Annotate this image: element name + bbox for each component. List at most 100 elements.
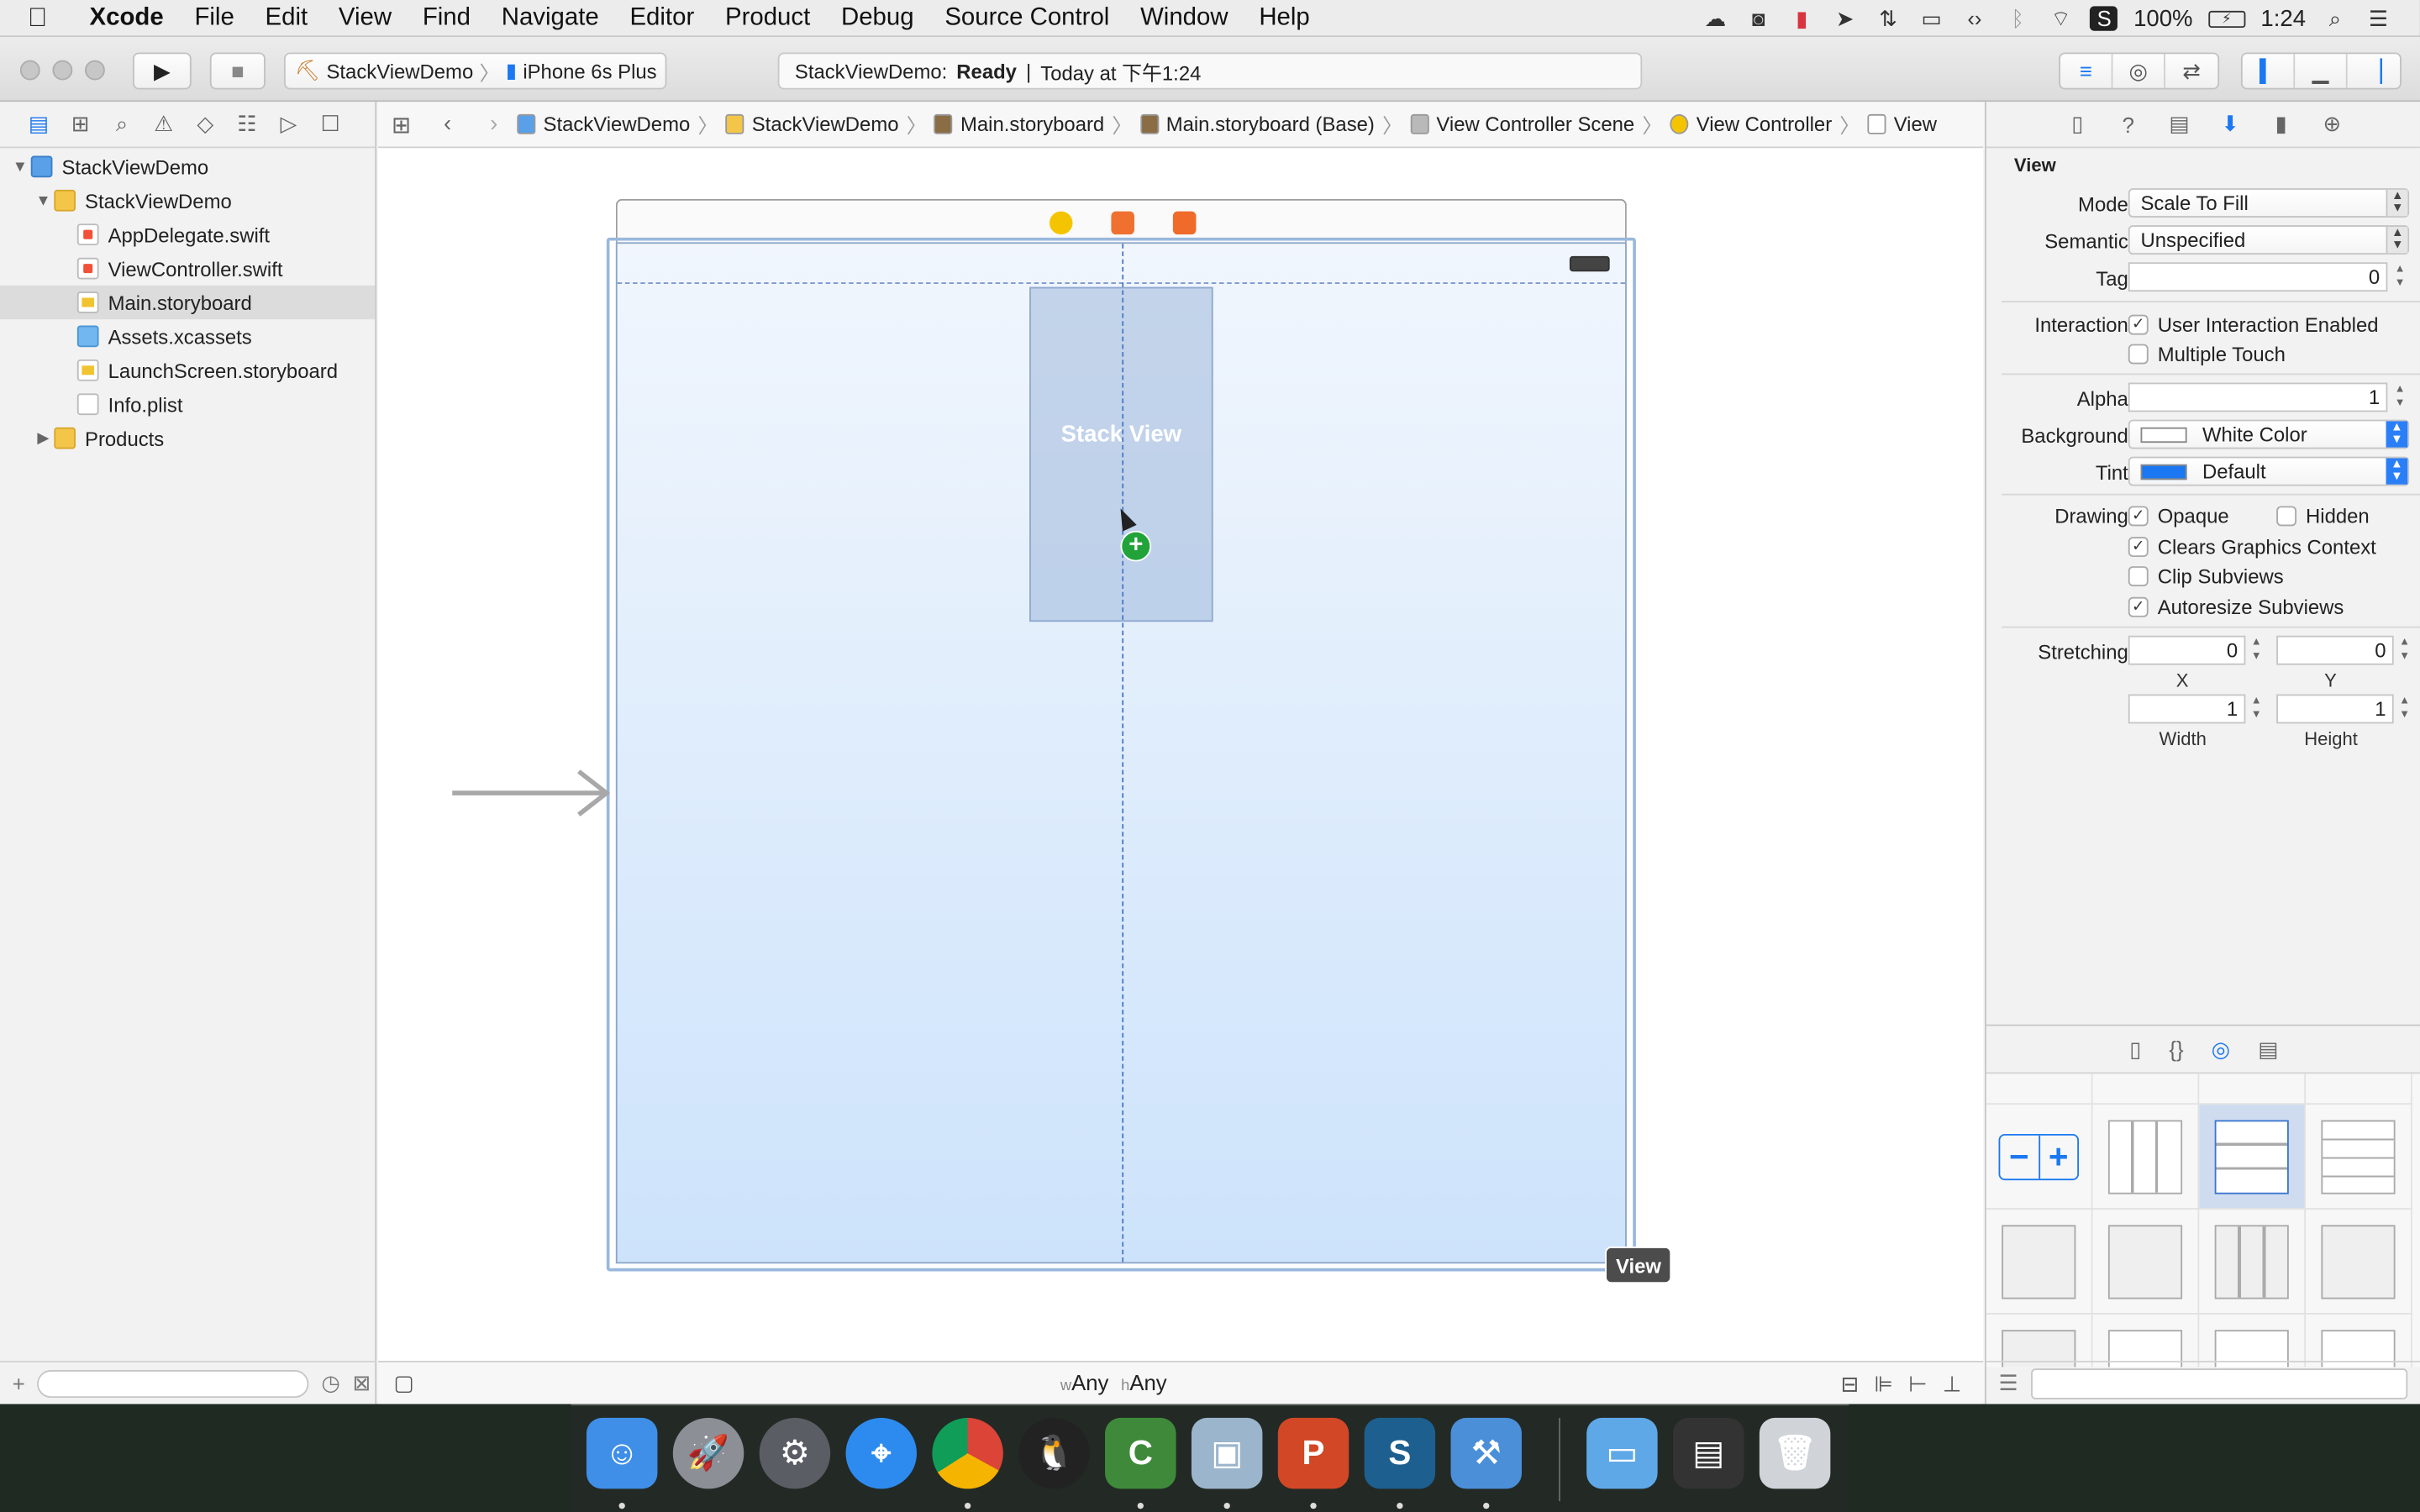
back-arrow-icon[interactable]: ‹ <box>424 111 471 137</box>
scheme-name[interactable]: StackViewDemo <box>326 60 473 83</box>
toggle-outline-icon[interactable]: ▢ <box>393 1370 413 1396</box>
related-items-icon[interactable]: ⊞ <box>378 110 424 138</box>
xcode-icon[interactable]: ⚒ <box>1450 1417 1522 1489</box>
breadcrumb-project[interactable]: StackViewDemo <box>517 113 690 136</box>
horizontal-stack-view-object[interactable] <box>2092 1105 2200 1210</box>
file-tree-item[interactable]: LaunchScreen.storyboard <box>0 354 375 387</box>
mode-popup[interactable]: Scale To Fill ▲ ▼ <box>2128 188 2410 218</box>
standard-editor-icon[interactable]: ≡ <box>2060 54 2113 88</box>
file-tree-item[interactable]: Info.plist <box>0 387 375 421</box>
forward-arrow-icon[interactable]: › <box>471 111 517 137</box>
menu-navigate[interactable]: Navigate <box>486 4 614 32</box>
debug-navigator-icon[interactable]: ☷ <box>233 111 260 137</box>
launchpad-icon[interactable]: 🚀 <box>672 1417 744 1489</box>
view-name-tag[interactable]: View <box>1605 1247 1672 1284</box>
menu-clock[interactable]: 1:24 <box>2260 5 2306 31</box>
menu-edit[interactable]: Edit <box>250 4 323 32</box>
qq-icon[interactable]: 🐧 <box>1018 1417 1090 1489</box>
resolve-issues-icon[interactable]: ⊥ <box>1943 1372 1961 1398</box>
file-tree-item[interactable]: ViewController.swift <box>0 251 375 285</box>
storyboard-canvas[interactable]: Stack View + View <box>377 148 1984 1361</box>
folder-stack-icon[interactable]: ▭ <box>1586 1417 1658 1489</box>
stretch-width-stepper[interactable]: ▲ ▼ <box>2249 695 2264 724</box>
recent-files-icon[interactable]: ◷ <box>321 1370 339 1396</box>
battery-icon[interactable]: ⚡ <box>2207 9 2246 28</box>
version-editor-icon[interactable]: ⇄ <box>2165 54 2217 87</box>
toggle-debug-area-icon[interactable]: ▁ <box>2295 54 2348 88</box>
autoresize-subviews-checkbox[interactable]: ✓ Autoresize Subviews <box>2128 596 2344 619</box>
collection-view-object[interactable] <box>2199 1209 2307 1315</box>
spotlight-search-icon[interactable]: ⌕ <box>2321 6 2349 30</box>
attributes-inspector-icon[interactable]: ⬇ <box>2217 111 2244 137</box>
breadcrumb-group[interactable]: StackViewDemo <box>725 113 899 136</box>
breadcrumb-view-controller[interactable]: View Controller <box>1670 113 1832 136</box>
menu-view[interactable]: View <box>324 4 408 32</box>
cloud-sync-icon[interactable]: ☁ <box>1702 6 1729 30</box>
library-filter-field[interactable] <box>2030 1368 2407 1399</box>
device-name[interactable]: iPhone 6s Plus <box>523 60 656 83</box>
issue-navigator-icon[interactable]: ⚠ <box>150 111 177 137</box>
stretch-x-stepper[interactable]: ▲ ▼ <box>2249 636 2264 665</box>
safari-icon[interactable]: ⌖ <box>845 1417 917 1489</box>
notification-center-icon[interactable]: ☰ <box>2365 6 2392 30</box>
breadcrumb-storyboard-base[interactable]: Main.storyboard (Base) <box>1139 113 1375 136</box>
menu-window[interactable]: Window <box>1125 4 1244 32</box>
disclosure-triangle-icon[interactable]: ▼ <box>9 158 31 175</box>
file-tree-item[interactable]: Main.storyboard <box>0 285 376 320</box>
report-navigator-icon[interactable]: ☐ <box>317 111 345 137</box>
stretch-height-stepper[interactable]: ▲ ▼ <box>2396 695 2412 724</box>
airplay-icon[interactable]: ▭ <box>1918 6 1945 30</box>
stepper-object[interactable]: − + <box>1986 1105 2093 1210</box>
add-file-icon[interactable]: + <box>13 1371 25 1395</box>
tint-popup[interactable]: Default ▲ ▼ <box>2128 456 2410 486</box>
project-navigator-icon[interactable]: ▤ <box>24 111 52 137</box>
stretch-width-field[interactable]: 1 <box>2128 694 2246 724</box>
menu-xcode[interactable]: Xcode <box>74 4 179 32</box>
identity-inspector-icon[interactable]: ▤ <box>2165 111 2193 137</box>
background-popup[interactable]: White Color ▲ ▼ <box>2128 419 2410 449</box>
sync-arrows-icon[interactable]: ⇅ <box>1875 6 1902 30</box>
file-tree-item[interactable]: ▼ StackViewDemo <box>0 150 375 183</box>
hidden-checkbox[interactable]: Hidden <box>2276 505 2370 528</box>
toggle-navigator-icon[interactable]: ▍ <box>2243 54 2296 88</box>
scroll-view-object[interactable] <box>2199 1314 2307 1368</box>
list-view-icon[interactable]: ☰ <box>1999 1370 2018 1396</box>
alpha-stepper[interactable]: ▲ ▼ <box>2392 383 2407 412</box>
stretch-x-field[interactable]: 0 <box>2128 635 2246 665</box>
breadcrumb-view[interactable]: View <box>1867 113 1937 136</box>
system-preferences-icon[interactable]: ⚙ <box>759 1417 831 1489</box>
location-icon[interactable]: ➤ <box>1831 6 1859 30</box>
view-controller-icon[interactable] <box>1049 211 1073 235</box>
first-responder-icon[interactable] <box>1111 211 1134 235</box>
camera-icon[interactable]: ◙ <box>1744 6 1772 30</box>
code-snippet-library-icon[interactable]: {} <box>2169 1037 2183 1061</box>
menu-source-control[interactable]: Source Control <box>929 4 1125 32</box>
alpha-field[interactable]: 1 <box>2128 382 2388 412</box>
assistant-editor-icon[interactable]: ◎ <box>2112 54 2165 88</box>
multiple-touch-checkbox[interactable]: Multiple Touch <box>2128 343 2286 365</box>
tag-field[interactable]: 0 <box>2128 262 2388 292</box>
close-window-button[interactable] <box>19 60 40 81</box>
stretch-y-field[interactable]: 0 <box>2276 635 2394 665</box>
menu-editor[interactable]: Editor <box>614 4 710 32</box>
user-interaction-checkbox[interactable]: ✓ User Interaction Enabled <box>2128 313 2379 336</box>
quick-help-icon[interactable]: ? <box>2114 112 2142 136</box>
menu-file[interactable]: File <box>179 4 250 32</box>
connections-inspector-icon[interactable]: ⊕ <box>2318 111 2346 137</box>
preview-icon[interactable]: ▣ <box>1191 1417 1263 1489</box>
breakpoint-navigator-icon[interactable]: ▷ <box>275 111 302 137</box>
library-item[interactable] <box>1986 1314 2093 1368</box>
root-view[interactable]: Stack View <box>615 242 1627 1264</box>
file-tree-item[interactable]: ▶ Products <box>0 421 375 454</box>
test-navigator-icon[interactable]: ◇ <box>192 111 219 137</box>
library-item[interactable] <box>1986 1074 2093 1105</box>
wifi-icon[interactable]: ⌔ <box>2047 6 2075 30</box>
clip-subviews-checkbox[interactable]: Clip Subviews <box>2128 564 2284 588</box>
menu-help[interactable]: Help <box>1244 4 1325 32</box>
file-template-library-icon[interactable]: ▯ <box>2129 1036 2141 1062</box>
chrome-icon[interactable] <box>932 1417 1003 1489</box>
media-library-icon[interactable]: ▤ <box>2258 1036 2278 1062</box>
vertical-stack-view-object[interactable] <box>2199 1105 2307 1210</box>
stop-button[interactable]: ■ <box>209 52 266 90</box>
snagit-icon[interactable]: S <box>2090 6 2118 31</box>
